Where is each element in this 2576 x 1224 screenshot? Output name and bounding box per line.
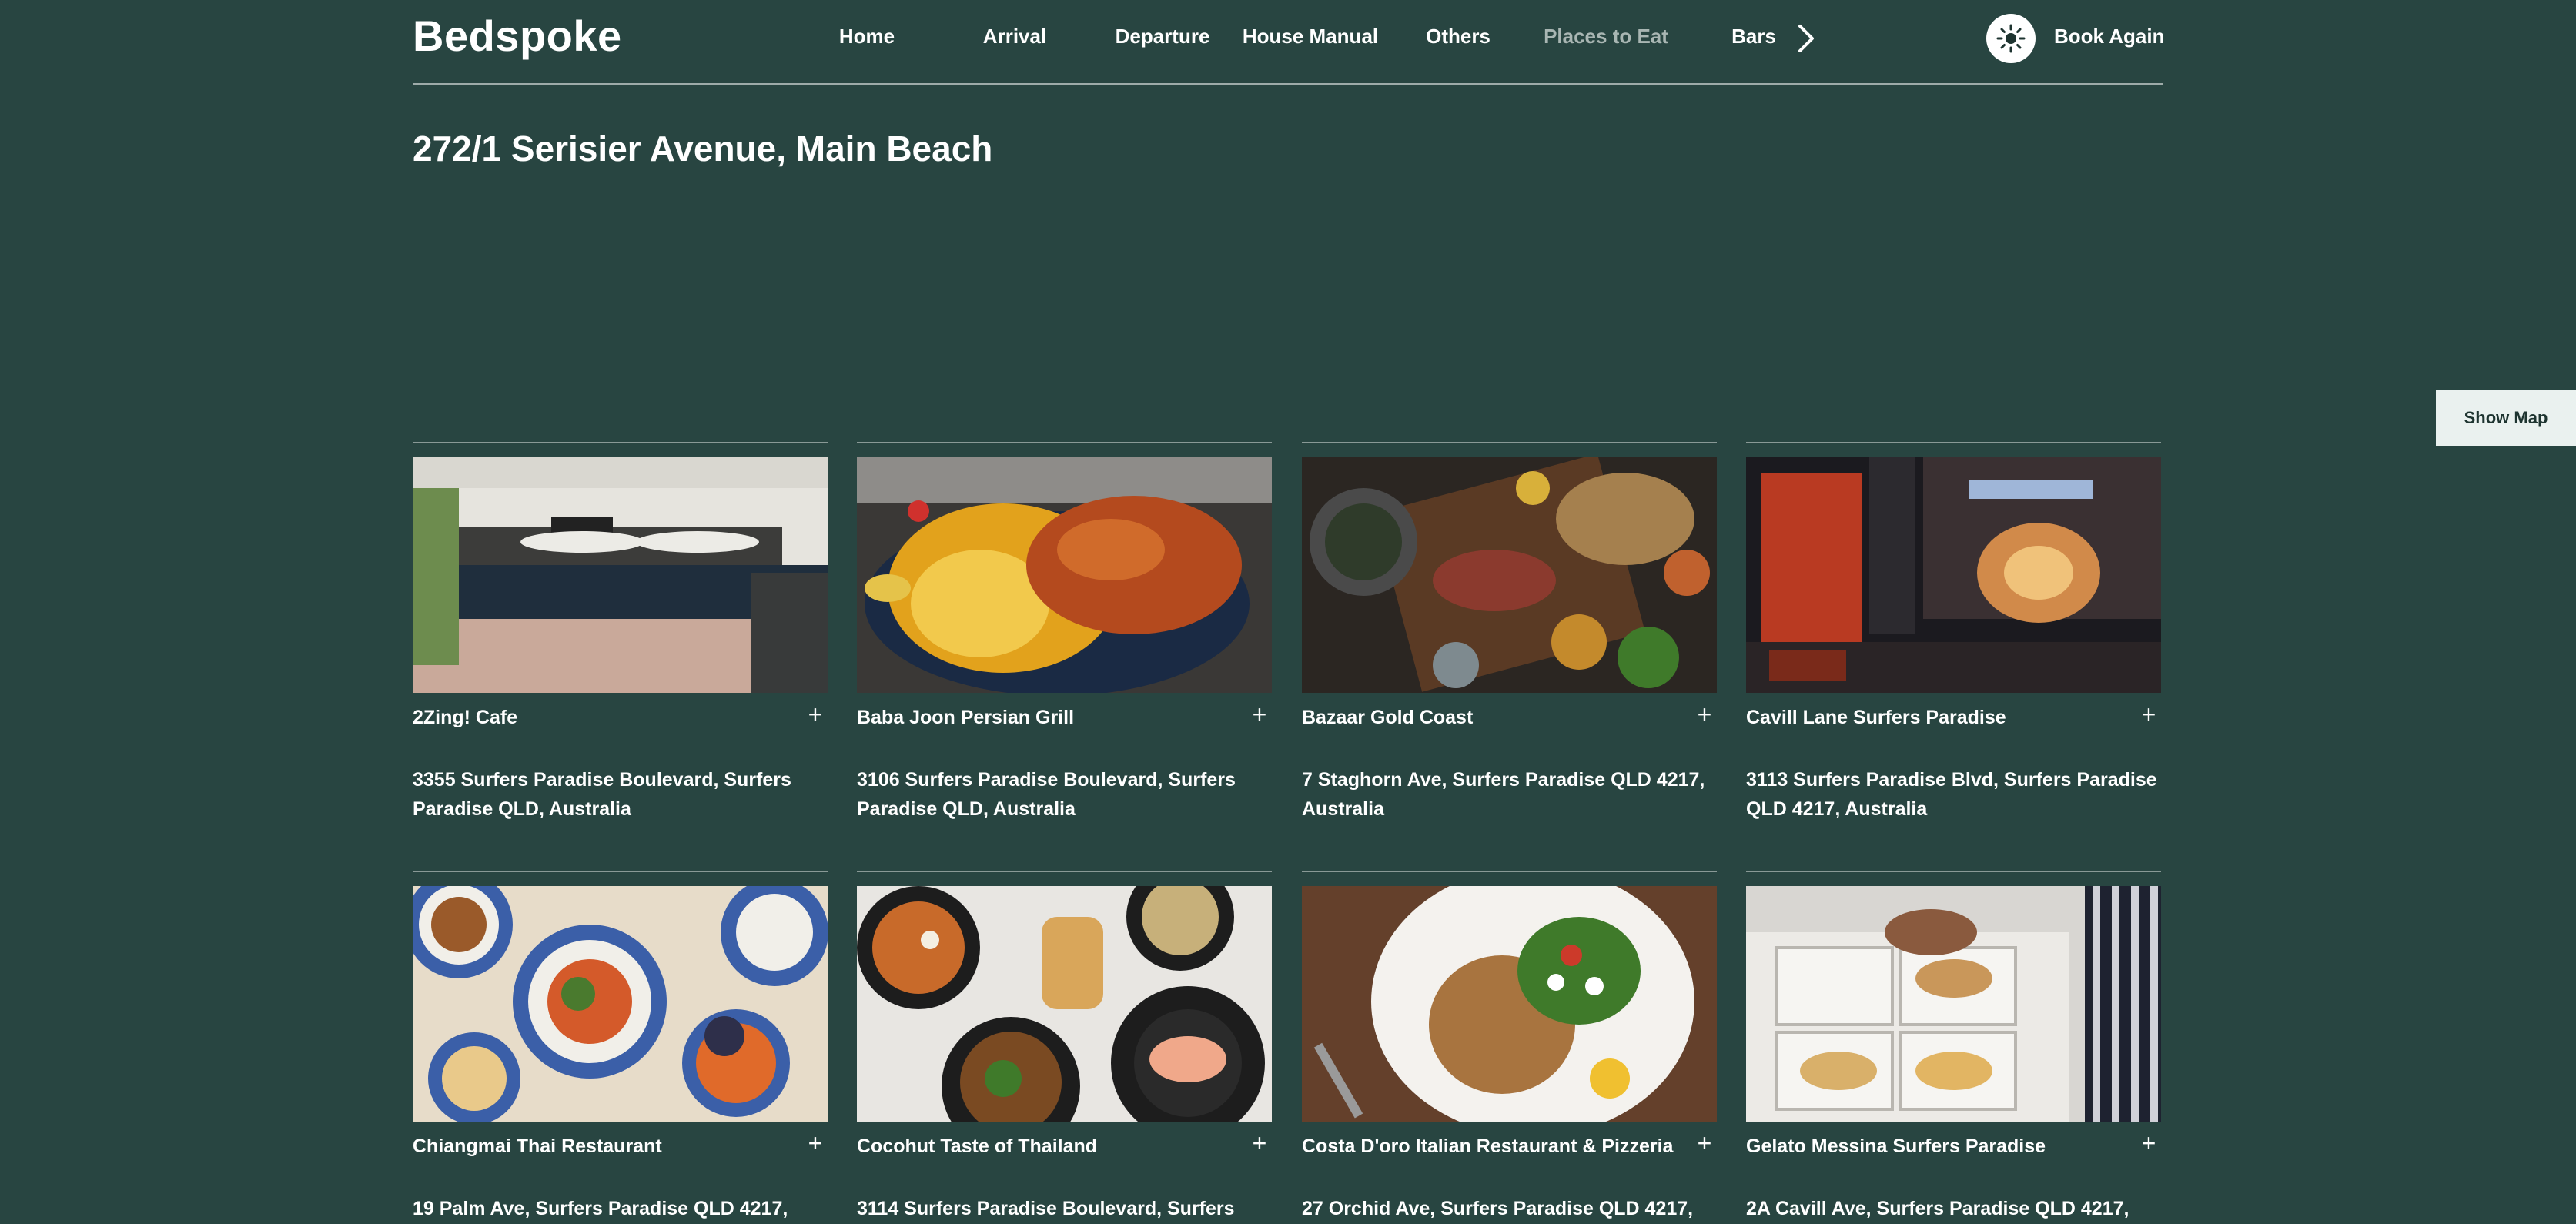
plus-icon[interactable]: + (1247, 1131, 1272, 1155)
place-address: 3113 Surfers Paradise Blvd, Surfers Para… (1746, 769, 2157, 820)
plus-icon[interactable]: + (803, 702, 828, 727)
chevron-right-icon[interactable] (1791, 22, 1822, 55)
place-photo[interactable] (1746, 457, 2161, 693)
nav-arrival[interactable]: Arrival (983, 25, 1046, 48)
nav-home[interactable]: Home (839, 25, 895, 48)
plus-icon[interactable]: + (1692, 1131, 1717, 1155)
nav-departure[interactable]: Departure (1116, 25, 1210, 48)
site-header: Bedspoke Home Arrival Departure House Ma… (413, 0, 2164, 85)
place-card: Cocohut Taste of Thailand + 3114 Surfers… (857, 871, 1272, 1219)
place-address: 19 Palm Ave, Surfers Paradise QLD 4217, (413, 1198, 788, 1219)
place-card: Baba Joon Persian Grill + 3106 Surfers P… (857, 442, 1272, 820)
place-name[interactable]: Cavill Lane Surfers Paradise (1746, 707, 2116, 729)
place-name[interactable]: Chiangmai Thai Restaurant (413, 1135, 782, 1158)
place-address: 7 Staghorn Ave, Surfers Paradise QLD 421… (1302, 769, 1705, 820)
page-title: 272/1 Serisier Avenue, Main Beach (413, 129, 993, 169)
sun-icon (1996, 24, 2026, 53)
plus-icon[interactable]: + (1247, 702, 1272, 727)
place-name[interactable]: Gelato Messina Surfers Paradise (1746, 1135, 2116, 1158)
place-name[interactable]: Cocohut Taste of Thailand (857, 1135, 1226, 1158)
theme-toggle-button[interactable] (1986, 14, 2036, 63)
place-name[interactable]: 2Zing! Cafe (413, 707, 782, 729)
place-card: Cavill Lane Surfers Paradise + 3113 Surf… (1746, 442, 2161, 820)
nav-places-to-eat[interactable]: Places to Eat (1544, 25, 1668, 48)
plus-icon[interactable]: + (1692, 702, 1717, 727)
place-card: Bazaar Gold Coast + 7 Staghorn Ave, Surf… (1302, 442, 1717, 820)
place-card: 2Zing! Cafe + 3355 Surfers Paradise Boul… (413, 442, 828, 820)
place-name[interactable]: Costa D'oro Italian Restaurant & Pizzeri… (1302, 1135, 1673, 1158)
place-card: Gelato Messina Surfers Paradise + 2A Cav… (1746, 871, 2161, 1219)
book-again-link[interactable]: Book Again (2054, 25, 2164, 48)
logo[interactable]: Bedspoke (413, 11, 622, 61)
place-photo[interactable] (857, 886, 1272, 1122)
nav-house-manual[interactable]: House Manual (1243, 25, 1378, 48)
place-address: 3355 Surfers Paradise Boulevard, Surfers… (413, 769, 791, 820)
plus-icon[interactable]: + (2136, 702, 2161, 727)
nav-bars[interactable]: Bars (1731, 25, 1776, 48)
place-address: 2A Cavill Ave, Surfers Paradise QLD 4217… (1746, 1198, 2129, 1219)
place-photo[interactable] (413, 886, 828, 1122)
place-address: 3106 Surfers Paradise Boulevard, Surfers… (857, 769, 1236, 820)
place-address: 3114 Surfers Paradise Boulevard, Surfers (857, 1198, 1235, 1219)
place-photo[interactable] (413, 457, 828, 693)
plus-icon[interactable]: + (2136, 1131, 2161, 1155)
place-name[interactable]: Bazaar Gold Coast (1302, 707, 1671, 729)
plus-icon[interactable]: + (803, 1131, 828, 1155)
place-photo[interactable] (1302, 457, 1717, 693)
place-name[interactable]: Baba Joon Persian Grill (857, 707, 1226, 729)
show-map-button[interactable]: Show Map (2436, 390, 2576, 446)
nav-others[interactable]: Others (1426, 25, 1490, 48)
place-photo[interactable] (1746, 886, 2161, 1122)
place-photo[interactable] (857, 457, 1272, 693)
place-card: Costa D'oro Italian Restaurant & Pizzeri… (1302, 871, 1717, 1219)
place-photo[interactable] (1302, 886, 1717, 1122)
place-address: 27 Orchid Ave, Surfers Paradise QLD 4217… (1302, 1198, 1694, 1219)
place-card: Chiangmai Thai Restaurant + 19 Palm Ave,… (413, 871, 828, 1219)
